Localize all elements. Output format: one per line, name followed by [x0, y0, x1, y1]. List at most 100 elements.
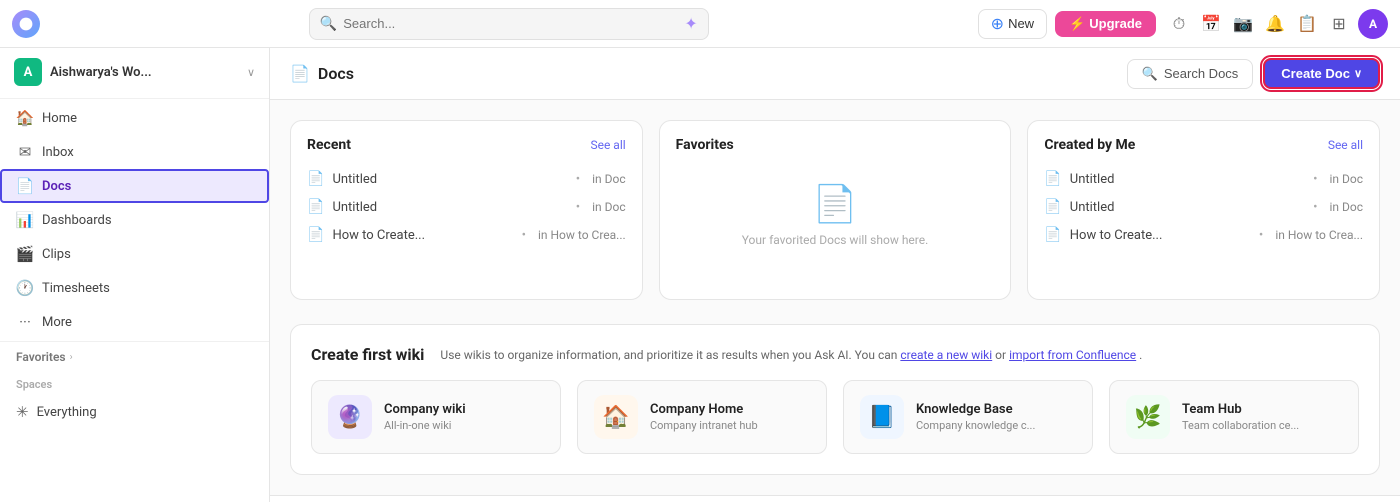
avatar[interactable]: A — [1358, 9, 1388, 39]
plus-icon: ⊕ — [991, 14, 1004, 34]
created-by-me-title: Created by Me — [1044, 137, 1135, 153]
home-icon: 🏠 — [16, 109, 34, 127]
clips-icon: 🎬 — [16, 245, 34, 263]
wiki-description: Use wikis to organize information, and p… — [440, 348, 1359, 362]
knowledge-base-name: Knowledge Base — [916, 402, 1035, 417]
company-wiki-sub: All-in-one wiki — [384, 419, 466, 432]
workspace-selector[interactable]: A Aishwarya's Wo... ∨ — [0, 48, 269, 96]
favorites-chevron-icon: › — [70, 352, 73, 363]
wiki-card-company-wiki[interactable]: 🔮 Company wiki All-in-one wiki — [311, 380, 561, 454]
recent-card-header: Recent See all — [307, 137, 626, 153]
search-docs-button[interactable]: 🔍 Search Docs — [1127, 59, 1254, 89]
team-hub-name: Team Hub — [1182, 402, 1299, 417]
create-new-wiki-link[interactable]: create a new wiki — [900, 348, 992, 362]
topbar: 🔍 ✦ ⊕ New ⚡ Upgrade ⏱ 📅 📷 🔔 📋 ⊞ A — [0, 0, 1400, 48]
sidebar-item-everything[interactable]: ✳ Everything — [0, 395, 269, 429]
docs-content: Recent See all 📄 Untitled • in Doc 📄 Unt… — [270, 100, 1400, 495]
created-by-me-header: Created by Me See all — [1044, 137, 1363, 153]
recent-item-2[interactable]: 📄 Untitled • in Doc — [307, 193, 626, 221]
camera-icon[interactable]: 📷 — [1232, 13, 1254, 35]
favorites-empty-text: Your favorited Docs will show here. — [742, 233, 929, 247]
doc-icon-5: 📄 — [1044, 199, 1061, 215]
calendar-icon[interactable]: 📅 — [1200, 13, 1222, 35]
more-icon: ··· — [16, 313, 34, 331]
favorites-section[interactable]: Favorites › — [0, 344, 269, 370]
create-doc-button[interactable]: Create Doc ∨ — [1263, 58, 1380, 89]
created-item-1[interactable]: 📄 Untitled • in Doc — [1044, 165, 1363, 193]
favorites-card-header: Favorites — [676, 137, 995, 153]
docs-header-right: 🔍 Search Docs Create Doc ∨ — [1127, 58, 1380, 89]
sidebar-item-dashboards[interactable]: 📊 Dashboards — [0, 203, 269, 237]
search-docs-icon: 🔍 — [1142, 66, 1158, 82]
recent-see-all[interactable]: See all — [590, 138, 625, 152]
company-home-name: Company Home — [650, 402, 758, 417]
search-bar[interactable]: 🔍 ✦ — [309, 8, 709, 40]
company-wiki-icon: 🔮 — [328, 395, 372, 439]
create-doc-chevron-icon: ∨ — [1354, 67, 1362, 80]
grid-icon[interactable]: ⊞ — [1328, 13, 1350, 35]
doc-icon-6: 📄 — [1044, 227, 1061, 243]
alarm-icon[interactable]: 🔔 — [1264, 13, 1286, 35]
doc-icon-1: 📄 — [307, 171, 324, 187]
company-home-icon: 🏠 — [594, 395, 638, 439]
sidebar-item-home[interactable]: 🏠 Home — [0, 101, 269, 135]
main-layout: A Aishwarya's Wo... ∨ 🏠 Home ✉ Inbox 📄 D… — [0, 48, 1400, 502]
sidebar-divider — [0, 98, 269, 99]
wiki-title: Create first wiki — [311, 345, 424, 364]
favorites-card: Favorites 📄 Your favorited Docs will sho… — [659, 120, 1012, 300]
created-item-2[interactable]: 📄 Untitled • in Doc — [1044, 193, 1363, 221]
workspace-qa[interactable]: ✦ Workspace Q&A — [270, 495, 1400, 502]
docs-header-left: 📄 Docs — [290, 64, 354, 83]
everything-icon: ✳ — [16, 403, 29, 421]
workspace-name: Aishwarya's Wo... — [50, 65, 239, 80]
favorites-label: Favorites — [16, 350, 66, 364]
timer-icon[interactable]: ⏱ — [1168, 13, 1190, 35]
main-content: 📄 Docs 🔍 Search Docs Create Doc ∨ — [270, 48, 1400, 502]
sidebar-item-clips[interactable]: 🎬 Clips — [0, 237, 269, 271]
favorites-empty: 📄 Your favorited Docs will show here. — [676, 165, 995, 265]
created-item-3[interactable]: 📄 How to Create... • in How to Crea... — [1044, 221, 1363, 249]
recent-item-3[interactable]: 📄 How to Create... • in How to Crea... — [307, 221, 626, 249]
wiki-card-team-hub[interactable]: 🌿 Team Hub Team collaboration ce... — [1109, 380, 1359, 454]
timesheets-icon: 🕐 — [16, 279, 34, 297]
sidebar-item-docs[interactable]: 📄 Docs — [0, 169, 269, 203]
cards-row: Recent See all 📄 Untitled • in Doc 📄 Unt… — [290, 120, 1380, 300]
spaces-label: Spaces — [0, 370, 269, 395]
recent-title: Recent — [307, 137, 351, 153]
company-home-sub: Company intranet hub — [650, 419, 758, 432]
company-wiki-name: Company wiki — [384, 402, 466, 417]
wiki-card-company-home[interactable]: 🏠 Company Home Company intranet hub — [577, 380, 827, 454]
recent-card: Recent See all 📄 Untitled • in Doc 📄 Unt… — [290, 120, 643, 300]
favorites-empty-icon: 📄 — [813, 183, 858, 225]
new-button[interactable]: ⊕ New — [978, 9, 1047, 39]
app-logo[interactable] — [12, 10, 40, 38]
search-icon: 🔍 — [320, 16, 337, 32]
created-by-me-card: Created by Me See all 📄 Untitled • in Do… — [1027, 120, 1380, 300]
knowledge-base-sub: Company knowledge c... — [916, 419, 1035, 432]
wiki-header: Create first wiki Use wikis to organize … — [311, 345, 1359, 364]
upgrade-button[interactable]: ⚡ Upgrade — [1055, 11, 1156, 37]
recent-item-1[interactable]: 📄 Untitled • in Doc — [307, 165, 626, 193]
created-by-me-see-all[interactable]: See all — [1328, 138, 1363, 152]
search-input[interactable] — [343, 16, 678, 31]
knowledge-base-icon: 📘 — [860, 395, 904, 439]
topbar-icons: ⏱ 📅 📷 🔔 📋 ⊞ — [1168, 13, 1350, 35]
dashboards-icon: 📊 — [16, 211, 34, 229]
sidebar-divider-2 — [0, 341, 269, 342]
team-hub-sub: Team collaboration ce... — [1182, 419, 1299, 432]
workspace-icon: A — [14, 58, 42, 86]
docs-header: 📄 Docs 🔍 Search Docs Create Doc ∨ — [270, 48, 1400, 100]
upgrade-icon: ⚡ — [1069, 16, 1085, 32]
sidebar-item-more[interactable]: ··· More — [0, 305, 269, 339]
wiki-card-knowledge-base[interactable]: 📘 Knowledge Base Company knowledge c... — [843, 380, 1093, 454]
docs-title: Docs — [318, 64, 354, 83]
wiki-cards: 🔮 Company wiki All-in-one wiki 🏠 Company… — [311, 380, 1359, 454]
document-icon[interactable]: 📋 — [1296, 13, 1318, 35]
sidebar-item-inbox[interactable]: ✉ Inbox — [0, 135, 269, 169]
sidebar-item-timesheets[interactable]: 🕐 Timesheets — [0, 271, 269, 305]
ai-spark-icon[interactable]: ✦ — [684, 14, 697, 33]
import-confluence-link[interactable]: import from Confluence — [1009, 348, 1136, 362]
doc-icon-3: 📄 — [307, 227, 324, 243]
doc-icon-2: 📄 — [307, 199, 324, 215]
doc-icon-4: 📄 — [1044, 171, 1061, 187]
